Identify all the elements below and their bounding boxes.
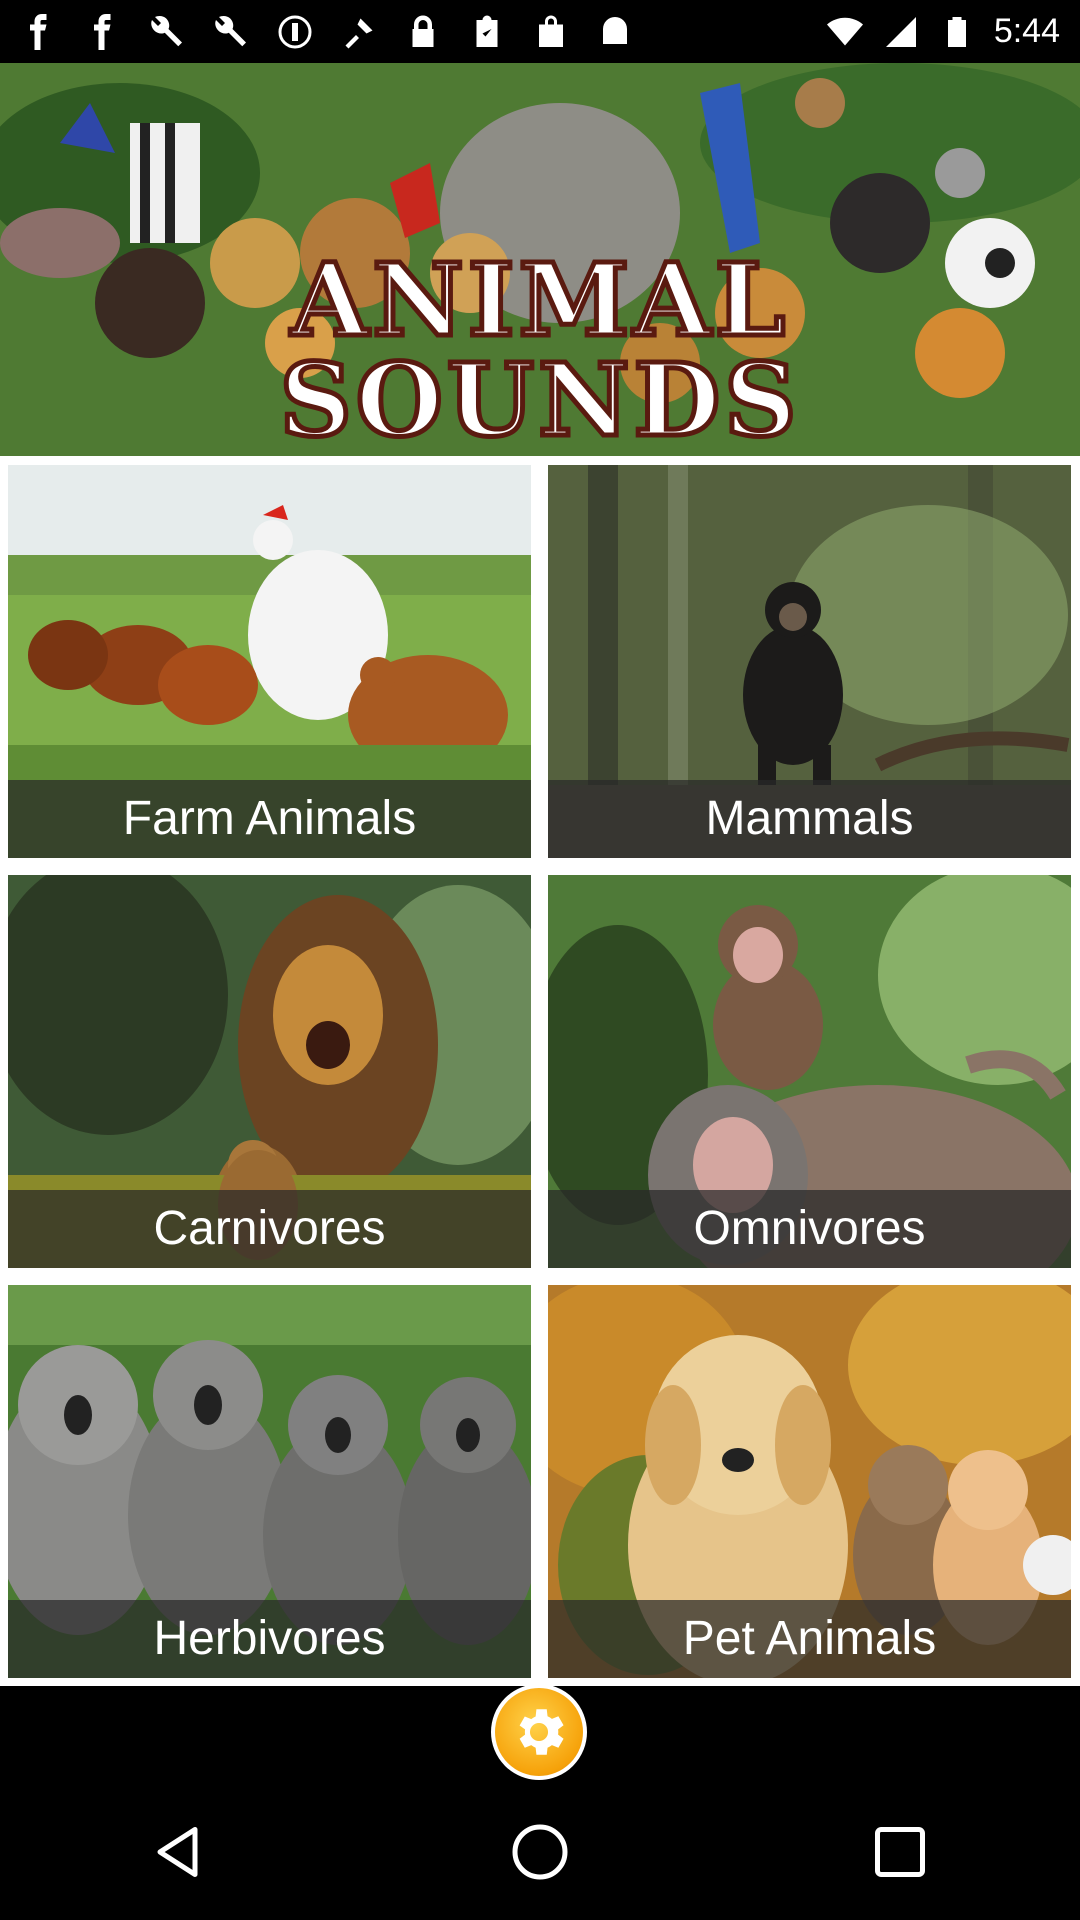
copyright-icon [276, 13, 314, 51]
clipboard-icon [468, 13, 506, 51]
app-title: ANIMAL SOUNDS [277, 241, 801, 456]
category-herbivores[interactable]: Herbivores [8, 1285, 531, 1678]
back-button[interactable] [120, 1792, 240, 1912]
category-label: Omnivores [548, 1190, 1071, 1268]
battery-icon [938, 13, 976, 51]
category-label: Mammals [548, 780, 1071, 858]
signal-icon [882, 13, 920, 51]
bag-icon [532, 13, 570, 51]
back-icon [157, 1827, 198, 1877]
gear-icon [519, 1709, 564, 1755]
notification-icons [20, 13, 634, 51]
status-bar: 5:44 [0, 0, 1080, 63]
bottom-toolbar [0, 1684, 1080, 1784]
category-label: Carnivores [8, 1190, 531, 1268]
header-banner: ANIMAL SOUNDS [0, 63, 1080, 456]
category-omnivores[interactable]: Omnivores [548, 875, 1071, 1268]
category-farm-animals[interactable]: Farm Animals [8, 465, 531, 858]
category-carnivores[interactable]: Carnivores [8, 875, 531, 1268]
recents-icon [875, 1827, 925, 1877]
wrench-icon [148, 13, 186, 51]
home-button[interactable] [480, 1792, 600, 1912]
app-content: ANIMAL SOUNDS Farm Animals Mammals Carni… [0, 63, 1080, 1686]
clock: 5:44 [993, 12, 1060, 50]
android-icon [596, 13, 634, 51]
category-label: Herbivores [8, 1600, 531, 1678]
category-label: Pet Animals [548, 1600, 1071, 1678]
settings-button[interactable] [491, 1684, 587, 1780]
facebook-icon [84, 13, 122, 51]
category-mammals[interactable]: Mammals [548, 465, 1071, 858]
home-icon [512, 1824, 568, 1880]
lock-icon [404, 13, 442, 51]
category-pet-animals[interactable]: Pet Animals [548, 1285, 1071, 1678]
facebook-icon [20, 13, 58, 51]
category-label: Farm Animals [8, 780, 531, 858]
fake-gps-icon [340, 13, 378, 51]
system-navigation-bar [0, 1784, 1080, 1920]
recents-button[interactable] [840, 1792, 960, 1912]
wrench-icon [212, 13, 250, 51]
wifi-icon [826, 13, 864, 51]
